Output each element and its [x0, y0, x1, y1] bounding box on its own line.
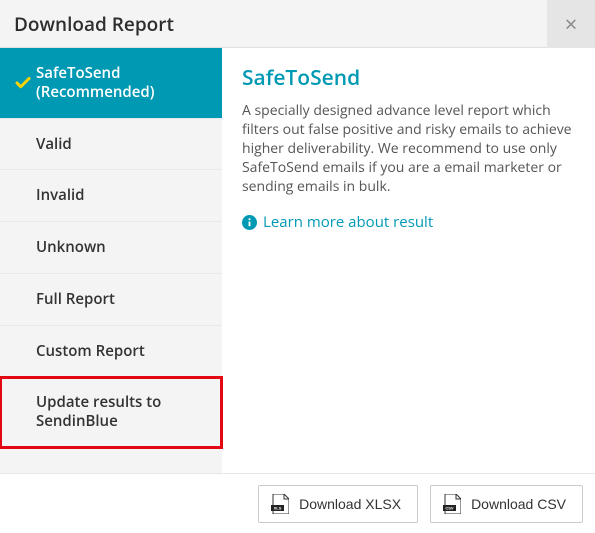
close-button[interactable]: × — [547, 0, 595, 48]
report-description-panel: SafeToSend A specially designed advance … — [222, 48, 595, 473]
sidebar-item-label: Custom Report — [36, 342, 145, 361]
learn-more-link[interactable]: Learn more about result — [242, 212, 433, 232]
csv-file-icon: CSV — [443, 494, 461, 514]
download-xlsx-label: Download XLSX — [299, 496, 401, 512]
dialog-content: SafeToSend (Recommended) Valid Invalid U… — [0, 48, 595, 473]
sidebar-item-label: Full Report — [36, 290, 115, 309]
download-xlsx-button[interactable]: XLS Download XLSX — [258, 485, 418, 523]
close-icon: × — [565, 9, 578, 39]
sidebar-item-valid[interactable]: Valid — [0, 119, 222, 171]
download-csv-label: Download CSV — [471, 496, 566, 512]
sidebar-item-label: SafeToSend (Recommended) — [36, 64, 208, 102]
checkmark-icon — [10, 74, 36, 92]
sidebar-item-custom-report[interactable]: Custom Report — [0, 326, 222, 378]
sidebar-item-label: Unknown — [36, 238, 106, 257]
report-description: A specially designed advance level repor… — [242, 102, 581, 196]
svg-text:XLS: XLS — [274, 505, 282, 510]
sidebar-item-safetosend[interactable]: SafeToSend (Recommended) — [0, 48, 222, 119]
dialog-title: Download Report — [14, 11, 174, 37]
download-csv-button[interactable]: CSV Download CSV — [430, 485, 583, 523]
sidebar-item-label: Invalid — [36, 186, 85, 205]
report-title: SafeToSend — [242, 64, 581, 92]
sidebar-item-full-report[interactable]: Full Report — [0, 274, 222, 326]
dialog-footer: XLS Download XLSX CSV Download CSV — [0, 473, 595, 533]
info-icon — [242, 215, 257, 230]
svg-text:CSV: CSV — [445, 505, 454, 510]
xlsx-file-icon: XLS — [271, 494, 289, 514]
dialog-header: Download Report × — [0, 0, 595, 48]
report-type-sidebar: SafeToSend (Recommended) Valid Invalid U… — [0, 48, 222, 473]
sidebar-item-label: Valid — [36, 135, 72, 154]
sidebar-item-label: Update results to SendinBlue — [36, 393, 208, 431]
sidebar-item-unknown[interactable]: Unknown — [0, 222, 222, 274]
learn-more-label: Learn more about result — [263, 212, 433, 232]
sidebar-item-update-sendinblue[interactable]: Update results to SendinBlue — [0, 377, 222, 448]
sidebar-item-invalid[interactable]: Invalid — [0, 170, 222, 222]
